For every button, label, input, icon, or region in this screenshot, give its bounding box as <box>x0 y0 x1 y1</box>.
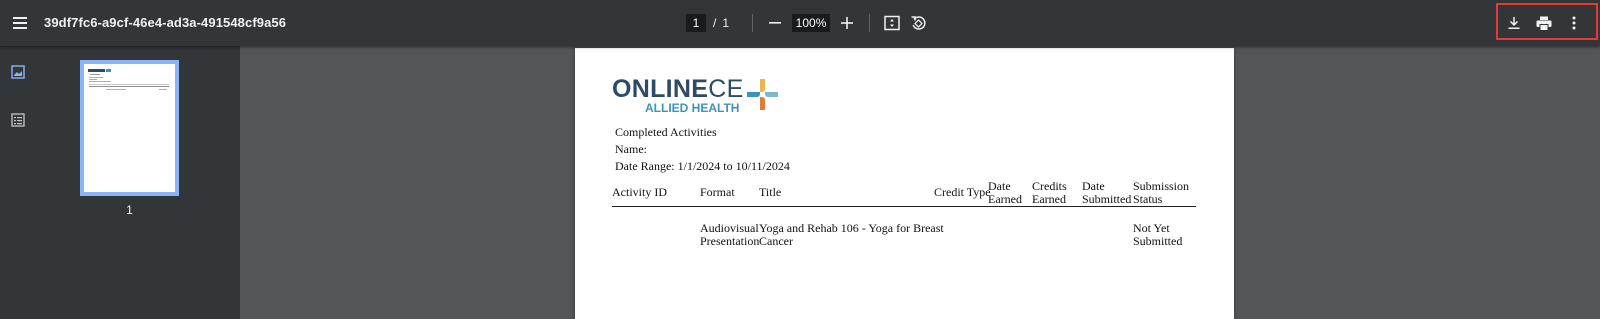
toolbar-divider <box>869 14 871 32</box>
logo-cross-icon <box>747 79 778 110</box>
logo-subtitle: ALLIED HEALTH <box>645 101 740 115</box>
thumbnails-icon[interactable] <box>8 62 28 82</box>
col-title: Title <box>759 185 782 199</box>
zoom-in-icon[interactable] <box>835 11 859 35</box>
page-total: 1 <box>722 16 730 30</box>
download-icon[interactable] <box>1502 11 1526 35</box>
table-header-rule <box>612 206 1196 207</box>
document-title: 39df7fc6-a9cf-46e4-ad3a-491548cf9a56 <box>44 15 287 30</box>
col-activity-id: Activity ID <box>612 185 667 199</box>
logo-text-bold: ONLINE <box>612 75 709 103</box>
col-date-submitted-line2: Submitted <box>1082 192 1132 206</box>
fit-page-icon[interactable] <box>880 11 904 35</box>
cell-title-line2: Cancer <box>759 234 793 248</box>
toolbar-divider <box>752 14 754 32</box>
menu-icon[interactable] <box>8 11 32 35</box>
pdf-page: ONLINECE ALLIED HEALTH Completed Activit… <box>575 48 1234 319</box>
report-heading: Completed Activities <box>615 125 717 139</box>
col-credit-type: Credit Type <box>934 185 991 199</box>
zoom-level-input[interactable]: 100% <box>792 14 831 32</box>
page-controls: 1 / 1 100% <box>686 12 930 34</box>
col-credits-earned: Credits Earned <box>1032 180 1067 206</box>
col-date-earned-line2: Earned <box>988 192 1022 206</box>
sidebar: 1 <box>0 46 240 319</box>
name-label: Name: <box>615 142 647 156</box>
date-range: Date Range: 1/1/2024 to 10/11/2024 <box>615 159 790 173</box>
col-credits-earned-line2: Earned <box>1032 192 1066 206</box>
cell-title: Yoga and Rehab 106 - Yoga for Breast Canc… <box>759 222 944 248</box>
zoom-out-icon[interactable] <box>763 11 787 35</box>
outline-icon[interactable] <box>8 110 28 130</box>
cell-format-line2: Presentation <box>700 234 760 248</box>
cell-status: Not Yet Submitted <box>1133 222 1182 248</box>
col-status-line2: Status <box>1133 192 1163 206</box>
cell-format: Audiovisual Presentation <box>700 222 759 248</box>
col-format: Format <box>700 185 735 199</box>
rotate-icon[interactable] <box>906 11 930 35</box>
page-thumbnail[interactable] <box>80 60 179 196</box>
col-date-earned: Date Earned <box>988 180 1022 206</box>
col-date-submitted: Date Submitted <box>1082 180 1131 206</box>
more-icon[interactable] <box>1562 11 1586 35</box>
page-separator: / <box>713 16 717 30</box>
col-submission-status: Submission Status <box>1133 180 1189 206</box>
thumbnail-page-number: 1 <box>126 203 133 217</box>
logo-text-light: CE <box>708 75 744 103</box>
print-icon[interactable] <box>1532 11 1556 35</box>
file-actions <box>1496 6 1600 40</box>
cell-status-line2: Submitted <box>1133 234 1183 248</box>
pdf-toolbar: 39df7fc6-a9cf-46e4-ad3a-491548cf9a56 1 /… <box>0 0 1600 46</box>
onlinece-logo: ONLINECE ALLIED HEALTH <box>612 76 744 114</box>
thumbnail-preview <box>88 69 169 90</box>
page-number-input[interactable]: 1 <box>686 14 706 32</box>
